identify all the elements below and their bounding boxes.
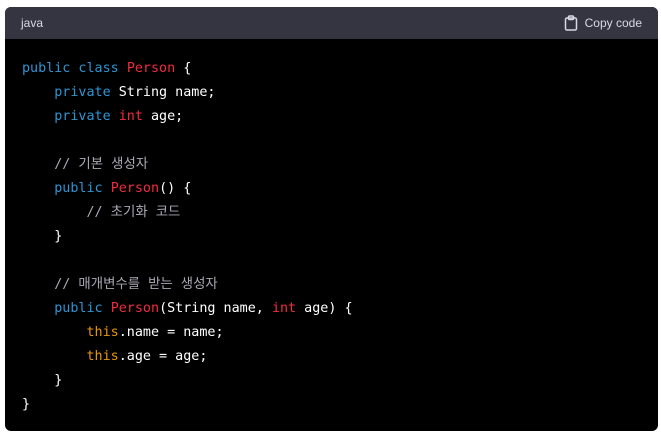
code-token: // 초기화 코드 — [86, 205, 181, 220]
code-token: .name = name; — [118, 325, 224, 340]
code-line: } — [22, 393, 658, 417]
code-token: Person — [126, 61, 176, 76]
code-line: // 매개변수를 받는 생성자 — [22, 273, 658, 297]
code-line: public Person() { — [22, 177, 658, 201]
language-label: java — [21, 16, 44, 30]
code-line: } — [22, 369, 658, 393]
clipboard-icon — [564, 15, 578, 31]
code-token: public class — [22, 61, 127, 76]
code-token: } — [22, 397, 31, 412]
code-token: int — [271, 301, 297, 316]
code-token: (String name, — [159, 301, 272, 316]
code-token: Person — [110, 301, 160, 316]
code-line: // 초기화 코드 — [22, 201, 658, 225]
code-area[interactable]: public class Person { private String nam… — [5, 39, 658, 417]
code-token: this — [86, 325, 119, 340]
code-line: public class Person { — [22, 57, 658, 81]
code-line: private int age; — [22, 105, 658, 129]
code-token: private — [54, 109, 111, 124]
copy-code-label: Copy code — [584, 16, 642, 30]
code-token: // 기본 생성자 — [54, 157, 149, 172]
code-token: public — [54, 181, 103, 196]
code-token: } — [22, 229, 63, 244]
code-token: // 매개변수를 받는 생성자 — [54, 277, 218, 292]
code-token: .age = age; — [118, 349, 208, 364]
code-block-header: java Copy code — [5, 7, 658, 39]
code-token: this — [86, 349, 119, 364]
code-line: this.name = name; — [22, 321, 658, 345]
code-token: age; — [142, 109, 184, 124]
code-token: int — [118, 109, 143, 124]
code-token: } — [22, 373, 63, 388]
code-block: java Copy code public class Person { pri… — [5, 7, 658, 431]
code-token: String name; — [110, 85, 216, 100]
code-line: private String name; — [22, 81, 658, 105]
code-token: private — [54, 85, 111, 100]
copy-code-button[interactable]: Copy code — [564, 15, 642, 31]
code-token: { — [175, 61, 192, 76]
code-line: // 기본 생성자 — [22, 153, 658, 177]
code-token: Person — [110, 181, 160, 196]
code-token: age) { — [296, 301, 353, 316]
code-line: this.age = age; — [22, 345, 658, 369]
code-line: public Person(String name, int age) { — [22, 297, 658, 321]
code-token: () { — [159, 181, 192, 196]
code-token: public — [54, 301, 103, 316]
code-line: } — [22, 225, 658, 249]
